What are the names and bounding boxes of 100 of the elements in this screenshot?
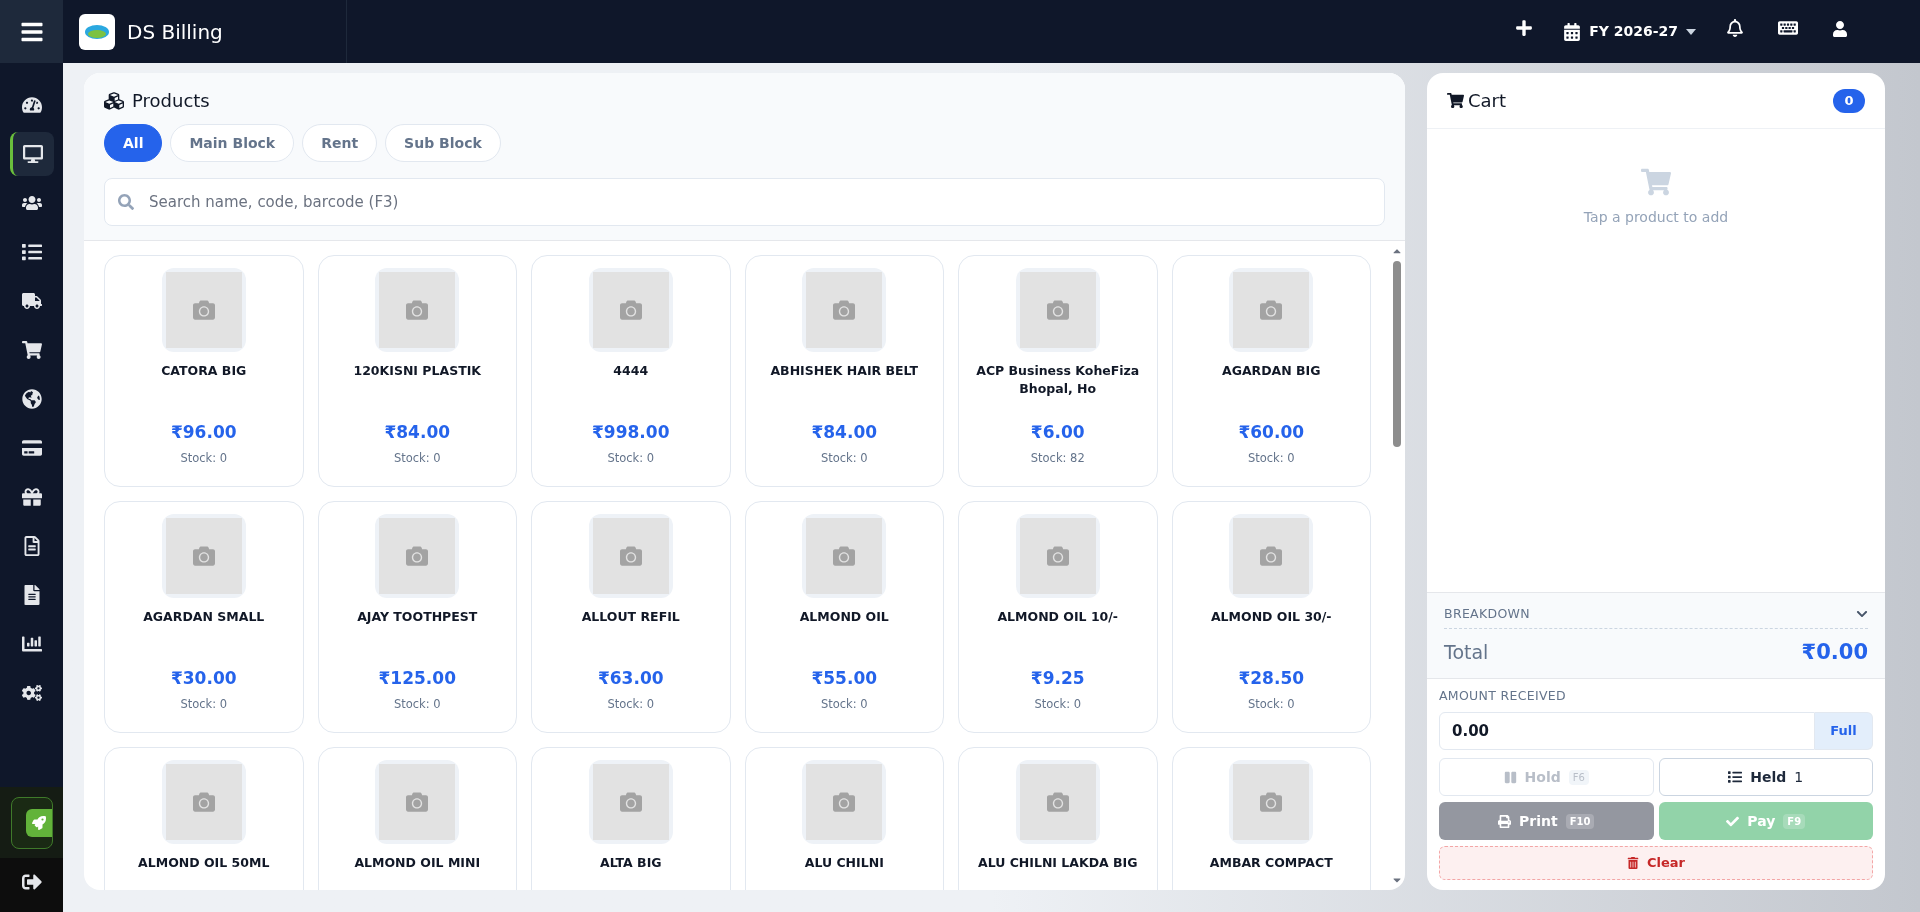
product-card[interactable]: ALTA BIG [531,747,731,890]
product-name: ALTA BIG [598,854,663,872]
cart-icon [1641,167,1671,197]
product-card[interactable]: AMBAR COMPACT [1171,747,1371,890]
product-card[interactable]: ALMOND OIL MINI [317,747,517,890]
clear-button[interactable]: Clear [1439,846,1873,880]
held-button[interactable]: Held 1 [1658,758,1873,796]
camera-icon [833,545,856,567]
product-price: ₹60.00 [1238,421,1305,444]
product-name: ALMOND OIL [798,608,890,626]
product-card[interactable]: AGARDAN SMALL ₹30.00 Stock: 0 [104,501,304,733]
camera-icon [192,791,215,813]
camera-icon [406,791,429,813]
product-name: ACP Business KoheFiza Bhopal, Ho [975,362,1141,398]
menu-button[interactable] [0,0,63,63]
product-name: AGARDAN SMALL [142,608,266,626]
product-card[interactable]: ABHISHEK HAIR BELT ₹84.00 Stock: 0 [744,255,944,487]
product-card[interactable]: AJAY TOOTHPEST ₹125.00 Stock: 0 [317,501,517,733]
camera-icon [833,791,856,813]
product-card[interactable]: ALLOUT REFIL ₹63.00 Stock: 0 [531,501,731,733]
app-title: DS Billing [127,18,223,46]
stock-label: Stock: 0 [180,449,228,467]
dashboard-icon [21,95,42,115]
stock-label: Stock: 0 [393,449,441,467]
stock-label: Stock: 0 [180,695,228,713]
stock-label: Stock: 0 [1247,449,1295,467]
product-price: ₹63.00 [597,667,664,690]
users-icon [21,193,42,213]
category-tab[interactable]: Sub Block [385,124,501,162]
printer-icon [1498,814,1512,828]
stock-label: Stock: 0 [1034,695,1082,713]
camera-icon [1260,545,1283,567]
product-card[interactable]: ALMOND OIL 50ML [104,747,304,890]
product-card[interactable]: ALMOND OIL 30/- ₹28.50 Stock: 0 [1171,501,1371,733]
pause-icon [1503,770,1517,784]
camera-icon [619,791,642,813]
product-price: ₹84.00 [811,421,878,444]
product-name: ALMOND OIL 30/- [1209,608,1333,626]
scrollbar-thumb[interactable] [1393,261,1401,447]
search-field[interactable]: Search name, code, barcode (F3) [104,178,1385,226]
product-name: ALU CHILNI [803,854,885,872]
product-price: ₹125.00 [378,667,456,690]
stock-label: Stock: 0 [393,695,441,713]
camera-icon [1260,299,1283,321]
product-price: ₹6.00 [1030,421,1085,444]
category-tab[interactable]: Rent [302,124,378,162]
total-label: Total [1444,640,1489,666]
product-card[interactable]: 120KISNI PLASTIK ₹84.00 Stock: 0 [317,255,517,487]
product-card[interactable]: ALMOND OIL ₹55.00 Stock: 0 [744,501,944,733]
stock-label: Stock: 0 [820,695,868,713]
rocket-button[interactable] [10,796,53,849]
product-card[interactable]: 4444 ₹998.00 Stock: 0 [531,255,731,487]
keyboard-icon [1778,18,1798,38]
check-icon [1726,814,1740,828]
user-icon [1832,20,1848,37]
product-card[interactable]: ALU CHILNI [744,747,944,890]
bell-icon [1726,19,1744,37]
product-card[interactable]: CATORA BIG ₹96.00 Stock: 0 [104,255,304,487]
list-icon [1728,770,1743,784]
product-price: ₹28.50 [1238,667,1305,690]
search-icon [118,194,134,210]
product-card[interactable]: ALMOND OIL 10/- ₹9.25 Stock: 0 [958,501,1158,733]
product-price: ₹9.25 [1030,667,1085,690]
camera-icon [192,545,215,567]
product-card[interactable]: ACP Business KoheFiza Bhopal, Ho ₹6.00 Stock: 82 [958,255,1158,487]
category-tab[interactable]: Main Block [170,124,295,162]
product-card[interactable]: ALU CHILNI LAKDA BIG [958,747,1158,890]
calendar-icon [1563,22,1582,41]
product-price: ₹84.00 [384,421,451,444]
stock-label: Stock: 0 [1247,695,1295,713]
stock-label: Stock: 0 [820,449,868,467]
cubes-icon [104,90,124,111]
cart-icon [1447,92,1464,109]
camera-icon [406,545,429,567]
trash-icon [1627,857,1639,869]
product-name: ABHISHEK HAIR BELT [769,362,920,380]
fiscal-year-dropdown[interactable]: FY 2026-27 [1563,21,1696,42]
camera-icon [619,545,642,567]
cart-count-badge: 0 [1833,88,1865,113]
bar-chart-icon [21,634,42,654]
camera-icon [1046,791,1069,813]
category-tab[interactable]: All [104,124,163,162]
panel-title: Products [132,89,210,113]
empty-cart-message: Tap a product to add [1583,208,1729,227]
product-name: ALU CHILNI LAKDA BIG [976,854,1139,872]
stock-label: Stock: 82 [1030,449,1085,467]
product-name: ALMOND OIL 10/- [996,608,1120,626]
truck-icon [21,291,42,311]
product-name: ALMOND OIL 50ML [137,854,271,872]
rocket-icon [31,815,46,830]
plus-icon [1515,19,1534,37]
sidebar-monitor-button[interactable] [9,132,54,176]
full-amount-button[interactable]: Full [1815,712,1873,750]
amount-received-label: AMOUNT RECEIVED [1439,687,1567,706]
stock-label: Stock: 0 [607,449,655,467]
product-name: AGARDAN BIG [1220,362,1322,380]
credit-card-icon [21,438,42,458]
product-card[interactable]: AGARDAN BIG ₹60.00 Stock: 0 [1171,255,1371,487]
amount-received-field[interactable]: 0.00 [1439,712,1815,750]
breakdown-toggle[interactable]: BREAKDOWN [1444,600,1868,629]
